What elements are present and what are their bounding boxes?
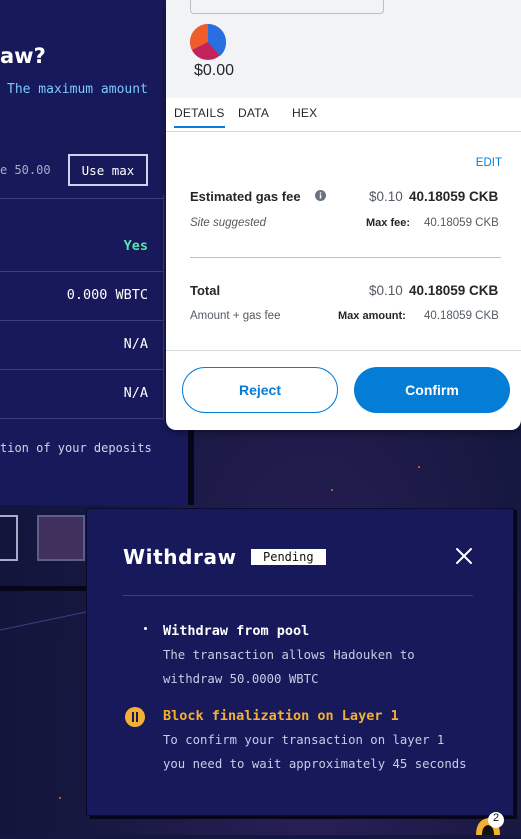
- divider: [163, 195, 164, 420]
- divider: [0, 320, 163, 321]
- notification-bell[interactable]: 2: [474, 810, 504, 835]
- max-amount-label: Max amount:: [338, 310, 406, 322]
- primary-button[interactable]: [37, 515, 85, 561]
- edit-link[interactable]: EDIT: [476, 157, 502, 169]
- step-description-line: The transaction allows Hadouken to: [163, 648, 415, 662]
- reject-button[interactable]: Reject: [182, 367, 338, 413]
- step-description: The transaction allows Hadouken to withd…: [163, 643, 493, 691]
- gas-fee-usd: $0.10: [369, 189, 403, 204]
- star: [59, 797, 61, 799]
- total-label: Total: [190, 283, 221, 298]
- notification-count: 2: [492, 812, 500, 824]
- divider: [0, 418, 163, 419]
- star: [331, 489, 333, 491]
- form-title: aw?: [0, 44, 46, 68]
- divider: [190, 257, 501, 258]
- row-value: N/A: [123, 385, 148, 401]
- pause-icon: [125, 707, 145, 727]
- gas-fee-label: Estimated gas fee: [190, 189, 301, 204]
- step-description-line: To confirm your transaction on layer 1: [163, 733, 445, 747]
- star: [418, 466, 420, 468]
- gas-fee-ckb: 40.18059 CKB: [409, 189, 499, 204]
- total-ckb: 40.18059 CKB: [409, 283, 499, 298]
- step-description-line: withdraw 50.0000 WBTC: [163, 672, 319, 686]
- deposits-note: tion of your deposits: [0, 441, 152, 455]
- step-complete-icon: [144, 627, 147, 630]
- site-suggested-label: Site suggested: [190, 217, 267, 229]
- tab-details[interactable]: DETAILS: [174, 106, 225, 128]
- divider: [0, 369, 163, 370]
- tab-hex[interactable]: HEX: [292, 106, 317, 120]
- tab-data[interactable]: DATA: [238, 106, 269, 120]
- max-fee-value: 40.18059 CKB: [424, 217, 499, 229]
- divider: [0, 271, 163, 272]
- max-fee-label: Max fee:: [366, 217, 411, 229]
- max-amount-value: 40.18059 CKB: [424, 310, 499, 322]
- amount-gas-label: Amount + gas fee: [190, 310, 281, 322]
- modal-title: Withdraw: [123, 545, 237, 569]
- step-description-line: you need to wait approximately 45 second…: [163, 757, 467, 771]
- divider: [123, 595, 473, 596]
- chart-line-decoration: [0, 611, 86, 631]
- step-description: To confirm your transaction on layer 1 y…: [163, 728, 493, 776]
- secondary-button[interactable]: [0, 515, 18, 561]
- status-badge: Pending: [251, 549, 326, 565]
- row-value: Yes: [123, 238, 148, 254]
- row-value: 0.000 WBTC: [66, 287, 148, 303]
- withdraw-form-panel: [0, 0, 188, 505]
- use-max-button[interactable]: Use max: [68, 154, 148, 186]
- step-title: Block finalization on Layer 1: [163, 708, 399, 724]
- divider: [0, 198, 163, 199]
- close-icon[interactable]: [452, 544, 476, 568]
- amount-available: e 50.00: [0, 163, 51, 177]
- info-icon[interactable]: [315, 190, 326, 201]
- total-usd: $0.10: [369, 283, 403, 298]
- withdraw-status-modal: Withdraw Pending Withdraw from pool The …: [86, 508, 514, 816]
- confirm-button[interactable]: Confirm: [354, 367, 510, 413]
- divider: [166, 350, 521, 351]
- row-value: N/A: [123, 336, 148, 352]
- metamask-popup: $0.00 DETAILS DATA HEX EDIT Estimated ga…: [166, 0, 521, 430]
- transaction-value: $0.00: [194, 62, 235, 79]
- account-field: [190, 0, 384, 14]
- step-title: Withdraw from pool: [163, 623, 310, 639]
- max-amount-hint: The maximum amount: [7, 82, 148, 97]
- token-pie-icon: [190, 24, 226, 60]
- tab-bar: DETAILS DATA HEX: [166, 98, 521, 132]
